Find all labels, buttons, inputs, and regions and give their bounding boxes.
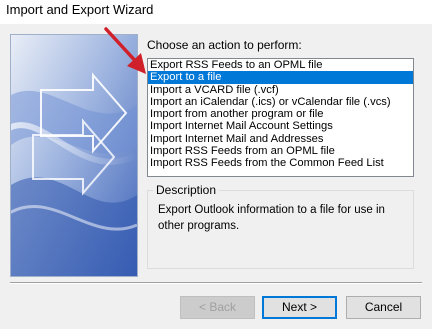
- next-button[interactable]: Next >: [262, 296, 337, 319]
- list-item-import-rss-common-feed[interactable]: Import RSS Feeds from the Common Feed Li…: [148, 157, 413, 169]
- window-title: Import and Export Wizard: [6, 2, 154, 17]
- action-listbox[interactable]: Export RSS Feeds to an OPML file Export …: [147, 58, 414, 177]
- description-text: Export Outlook information to a file for…: [158, 204, 385, 232]
- list-item-import-icalendar[interactable]: Import an iCalendar (.ics) or vCalendar …: [148, 96, 413, 108]
- list-item-export-to-file[interactable]: Export to a file: [148, 71, 413, 84]
- description-group: Description Export Outlook information t…: [147, 183, 414, 269]
- list-item-import-vcard[interactable]: Import a VCARD file (.vcf): [148, 84, 413, 96]
- wizard-banner-arrows-icon: [11, 35, 137, 276]
- list-item-export-rss-opml[interactable]: Export RSS Feeds to an OPML file: [148, 59, 413, 71]
- title-bar[interactable]: Import and Export Wizard: [0, 0, 432, 24]
- list-item-import-another-program[interactable]: Import from another program or file: [148, 108, 413, 120]
- wizard-banner-image: [10, 34, 138, 277]
- cancel-button[interactable]: Cancel: [346, 296, 421, 319]
- description-heading: Description: [153, 183, 220, 197]
- action-prompt: Choose an action to perform:: [147, 38, 302, 52]
- list-item-import-rss-opml[interactable]: Import RSS Feeds from an OPML file: [148, 145, 413, 157]
- list-item-import-mail-account-settings[interactable]: Import Internet Mail Account Settings: [148, 120, 413, 132]
- back-button[interactable]: < Back: [180, 296, 255, 319]
- footer-divider: [10, 282, 422, 284]
- list-item-import-mail-addresses[interactable]: Import Internet Mail and Addresses: [148, 133, 413, 145]
